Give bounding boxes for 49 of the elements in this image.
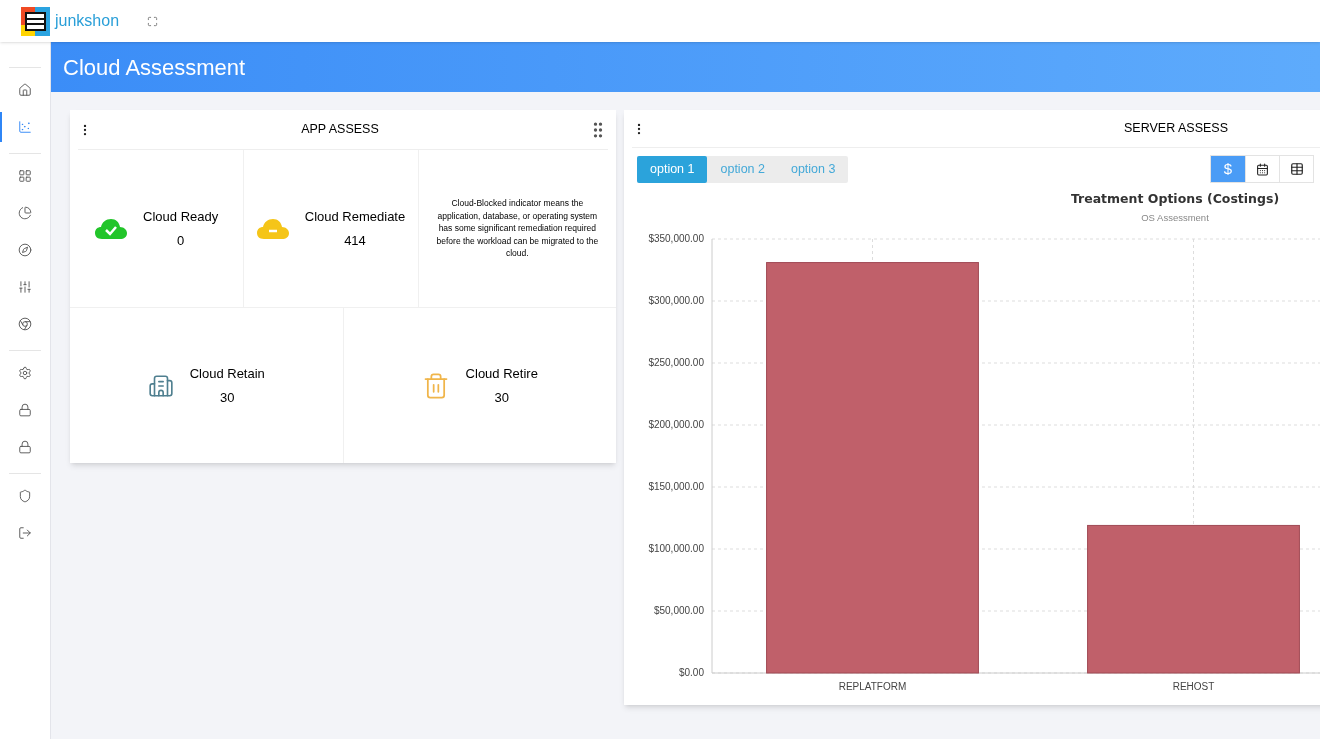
compass-icon[interactable]	[18, 243, 32, 257]
home-icon[interactable]	[18, 83, 32, 97]
axis-category-label: REPLATFORM	[838, 681, 907, 692]
axis-tick-label: $0.00	[678, 667, 704, 678]
axis-tick-label: $50,000.00	[653, 605, 704, 616]
browser-icon[interactable]	[18, 317, 32, 331]
axis-tick-label: $250,000.00	[648, 357, 704, 368]
pie-chart-icon[interactable]	[18, 206, 32, 220]
calendar-icon	[1256, 162, 1269, 176]
axis-tick-label: $300,000.00	[648, 295, 704, 306]
settings-icon[interactable]	[18, 366, 32, 380]
stat-label: Cloud Remediate	[304, 208, 406, 226]
axis-tick-label: $100,000.00	[648, 543, 704, 554]
axis-tick-label: $200,000.00	[648, 419, 704, 430]
info-note: Cloud-Blocked indicator means the application, database, or operating system has some significant remediation required before the workload can be migrated to the cloud.	[435, 197, 600, 260]
option-tab[interactable]: option 3	[777, 155, 849, 183]
table-icon	[1289, 162, 1304, 176]
scatter-chart-icon[interactable]	[18, 120, 32, 134]
lock-icon[interactable]	[18, 440, 32, 454]
fullscreen-button[interactable]	[147, 15, 159, 27]
chart-subtitle: OS Assessment	[1141, 210, 1209, 225]
view-toggle[interactable]: $	[1211, 156, 1245, 182]
page-title: Cloud Assessment	[63, 53, 246, 82]
stat-value: 30	[494, 388, 509, 407]
stat-label: Cloud Retire	[465, 365, 538, 383]
active-indicator	[0, 112, 2, 142]
stat-label: Cloud Ready	[143, 208, 219, 226]
card-title: SERVER ASSESS	[1123, 120, 1229, 138]
logout-icon[interactable]	[18, 526, 32, 540]
chart-title: Treatment Options (Costings)	[1070, 190, 1280, 208]
card-title: APP ASSESS	[300, 121, 380, 139]
option-tab[interactable]: option 2	[707, 155, 778, 183]
lock-icon[interactable]	[18, 403, 32, 417]
stat-value: 414	[344, 231, 366, 250]
stat-label: Cloud Retain	[189, 365, 265, 383]
stat-value: 0	[177, 231, 185, 250]
cloud-check-icon	[95, 217, 128, 240]
cloud-minus-icon	[256, 217, 289, 240]
building-icon	[147, 372, 174, 399]
shield-icon[interactable]	[18, 489, 32, 503]
stat-value: 30	[220, 388, 235, 407]
sliders-icon[interactable]	[18, 280, 32, 294]
axis-tick-label: $350,000.00	[648, 233, 704, 244]
option-tab[interactable]: option 1	[637, 155, 708, 183]
grid-icon[interactable]	[18, 169, 32, 183]
logo-icon	[21, 6, 50, 36]
axis-category-label: REHOST	[1172, 681, 1215, 692]
brand-name[interactable]: junkshon	[55, 9, 120, 33]
axis-tick-label: $150,000.00	[648, 481, 704, 492]
